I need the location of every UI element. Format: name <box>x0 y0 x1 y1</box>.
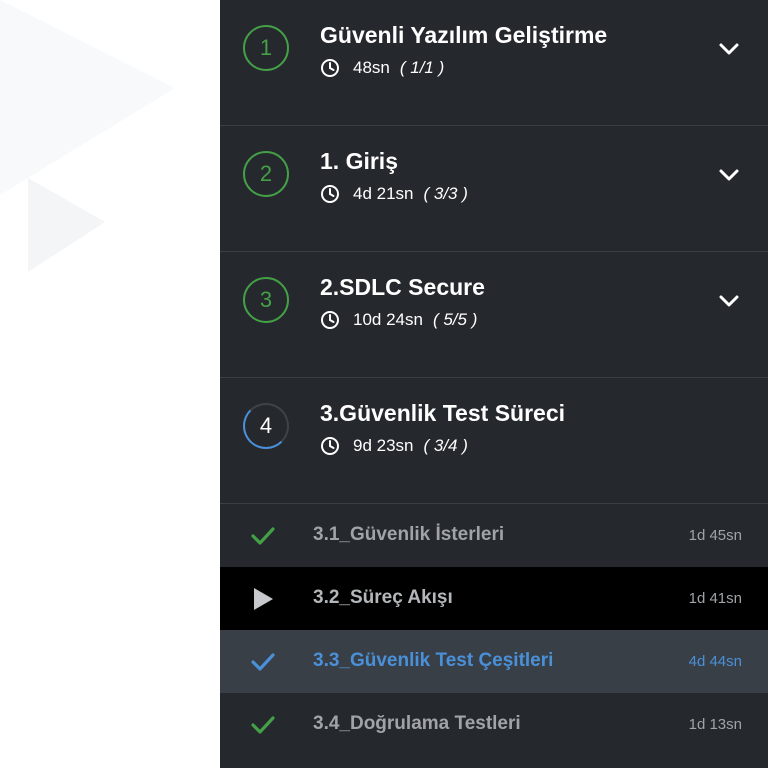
lesson-duration: 1d 13sn <box>688 716 742 733</box>
lesson-title: 3.1_Güvenlik İsterleri <box>313 524 505 545</box>
lesson-title: 3.3_Güvenlik Test Çeşitleri <box>313 650 554 671</box>
section-meta: 4d 21sn ( 3/3 ) <box>320 184 468 204</box>
check-icon <box>251 527 275 545</box>
section-number-badge: 1 <box>243 25 289 71</box>
video-area <box>0 0 220 768</box>
section-duration: 9d 23sn <box>353 436 414 455</box>
lesson-duration: 4d 44sn <box>688 653 742 670</box>
section-progress: ( 3/4 ) <box>423 436 468 455</box>
course-curriculum-panel: 1 Güvenli Yazılım Geliştirme 48sn ( 1/1 … <box>220 0 768 768</box>
clock-icon <box>321 185 339 203</box>
section-4[interactable]: 4 3.Güvenlik Test Süreci 9d 23sn ( 3/4 ) <box>220 378 768 504</box>
lesson-duration: 1d 41sn <box>688 590 742 607</box>
section-progress: ( 3/3 ) <box>423 184 468 203</box>
section-title: 1. Giriş <box>320 148 398 174</box>
chevron-down-icon[interactable] <box>718 38 740 60</box>
section-meta: 9d 23sn ( 3/4 ) <box>320 436 468 456</box>
play-icon <box>254 588 273 610</box>
section-3[interactable]: 3 2.SDLC Secure 10d 24sn ( 5/5 ) <box>220 252 768 378</box>
section-number-badge: 4 <box>243 403 289 449</box>
section-duration: 10d 24sn <box>353 310 423 329</box>
section-number-badge: 3 <box>243 277 289 323</box>
section-title: Güvenli Yazılım Geliştirme <box>320 22 608 48</box>
section-meta: 48sn ( 1/1 ) <box>320 58 444 78</box>
lesson-item[interactable]: 3.4_Doğrulama Testleri 1d 13sn <box>220 693 768 756</box>
check-icon <box>251 716 275 734</box>
section-duration: 48sn <box>353 58 390 77</box>
section-duration: 4d 21sn <box>353 184 414 203</box>
chevron-down-icon[interactable] <box>718 164 740 186</box>
section-2[interactable]: 2 1. Giriş 4d 21sn ( 3/3 ) <box>220 126 768 252</box>
section-progress: ( 1/1 ) <box>399 58 445 77</box>
lesson-item[interactable]: 3.1_Güvenlik İsterleri 1d 45sn <box>220 504 768 567</box>
clock-icon <box>321 311 339 329</box>
section-1[interactable]: 1 Güvenli Yazılım Geliştirme 48sn ( 1/1 … <box>220 0 768 126</box>
lesson-duration: 1d 45sn <box>688 527 742 544</box>
section-progress: ( 5/5 ) <box>432 310 478 329</box>
video-watermark-logo <box>0 0 175 272</box>
check-icon <box>251 653 275 671</box>
section-title: 3.Güvenlik Test Süreci <box>320 400 566 426</box>
clock-icon <box>321 437 339 455</box>
section-number-badge: 2 <box>243 151 289 197</box>
lesson-item[interactable]: 3.2_Süreç Akışı 1d 41sn <box>220 567 768 630</box>
lesson-item[interactable]: 3.3_Güvenlik Test Çeşitleri 4d 44sn <box>220 630 768 693</box>
lesson-title: 3.4_Doğrulama Testleri <box>313 713 521 734</box>
chevron-down-icon[interactable] <box>718 290 740 312</box>
section-title: 2.SDLC Secure <box>320 274 485 300</box>
section-meta: 10d 24sn ( 5/5 ) <box>320 310 477 330</box>
lesson-title: 3.2_Süreç Akışı <box>313 587 453 608</box>
clock-icon <box>321 59 339 77</box>
